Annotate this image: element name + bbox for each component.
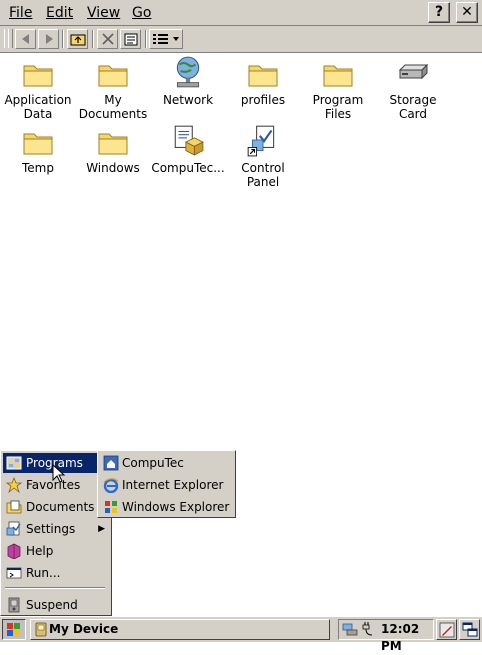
toolbar-grip-2[interactable] (8, 29, 13, 48)
clock[interactable]: 12:02 PM (381, 621, 433, 655)
menu-bar: File Edit View Go ? ✕ (0, 0, 482, 26)
internet-explorer-icon (103, 478, 119, 493)
toolbar-separator (62, 30, 64, 48)
folder-icon (98, 133, 128, 155)
menu-file[interactable]: File (7, 4, 34, 22)
start-menu-suspend[interactable]: Suspend (3, 595, 109, 615)
toolbar-separator-2 (92, 30, 94, 48)
icon-control-panel[interactable]: Control Panel (225, 122, 301, 189)
start-button[interactable] (2, 619, 26, 640)
taskbar-my-device[interactable]: My Device (30, 619, 330, 640)
icon-storage-card[interactable]: Storage Card (375, 58, 451, 121)
windows-explorer-icon (105, 501, 117, 513)
folder-icon (23, 133, 53, 155)
start-menu-help[interactable]: Help (3, 541, 109, 561)
control-panel-shortcut-icon (247, 125, 275, 157)
programs-submenu: CompuTec Internet Explorer Windows Explo… (97, 450, 236, 518)
icon-application-data[interactable]: Application Data (0, 58, 76, 121)
folder-icon (23, 65, 53, 87)
menu-go[interactable]: Go (130, 4, 153, 22)
toolbar (0, 26, 482, 53)
help-book-icon (7, 543, 21, 559)
program-internet-explorer[interactable]: Internet Explorer (100, 474, 232, 496)
back-arrow-icon (21, 34, 29, 44)
computec-app-icon (174, 125, 204, 156)
icon-computec[interactable]: CompuTec... (150, 122, 226, 175)
submenu-arrow-icon: ▶ (98, 524, 105, 534)
settings-icon (6, 521, 21, 536)
computec-icon (103, 455, 119, 471)
properties-button[interactable] (120, 29, 141, 49)
forward-arrow-icon (45, 34, 53, 44)
windows-cascade-icon (462, 622, 477, 636)
back-button[interactable] (15, 29, 36, 49)
icon-my-documents[interactable]: My Documents (75, 58, 151, 121)
input-panel-button[interactable] (436, 619, 457, 640)
view-mode-dropdown[interactable] (149, 29, 183, 49)
close-button[interactable]: ✕ (456, 2, 478, 23)
pen-input-icon (439, 622, 454, 637)
my-device-icon (35, 622, 47, 637)
properties-icon (124, 33, 137, 46)
windows-logo-icon (7, 622, 20, 636)
view-details-icon (153, 34, 179, 44)
icon-temp[interactable]: Temp (0, 126, 76, 175)
program-windows-explorer[interactable]: Windows Explorer (100, 496, 232, 518)
system-tray: 12:02 PM (338, 619, 434, 653)
network-globe-icon (176, 56, 200, 88)
favorites-star-icon (6, 477, 22, 493)
up-folder-icon (70, 34, 85, 46)
mouse-cursor-icon (52, 464, 66, 483)
storage-card-icon (398, 63, 429, 80)
documents-icon (6, 500, 22, 514)
forward-button[interactable] (38, 29, 59, 49)
folder-icon (98, 65, 128, 87)
folder-icon (248, 65, 278, 87)
up-folder-button[interactable] (67, 29, 88, 49)
start-menu-settings[interactable]: Settings ▶ (3, 519, 109, 539)
folder-icon (323, 65, 353, 87)
menu-view[interactable]: View (85, 4, 122, 22)
program-computec[interactable]: CompuTec (100, 452, 232, 474)
power-plug-icon[interactable] (360, 621, 376, 637)
icon-windows[interactable]: Windows (75, 126, 151, 175)
delete-button[interactable] (97, 29, 118, 49)
icon-network[interactable]: Network (150, 54, 226, 107)
desktop-switch-button[interactable] (459, 619, 480, 640)
programs-icon (6, 456, 22, 470)
start-menu-separator (5, 587, 105, 589)
icon-program-files[interactable]: Program Files (300, 58, 376, 121)
icon-profiles[interactable]: profiles (225, 58, 301, 107)
suspend-icon (8, 597, 20, 613)
run-icon (6, 567, 22, 579)
start-menu-run[interactable]: Run... (3, 563, 109, 583)
menu-edit[interactable]: Edit (44, 4, 75, 22)
start-menu-documents[interactable]: Documents (3, 497, 109, 517)
network-status-icon[interactable] (342, 622, 358, 636)
help-button[interactable]: ? (428, 2, 450, 23)
delete-x-icon (101, 33, 114, 45)
taskbar: My Device 12:02 PM (0, 616, 482, 653)
toolbar-separator-3 (145, 30, 147, 48)
